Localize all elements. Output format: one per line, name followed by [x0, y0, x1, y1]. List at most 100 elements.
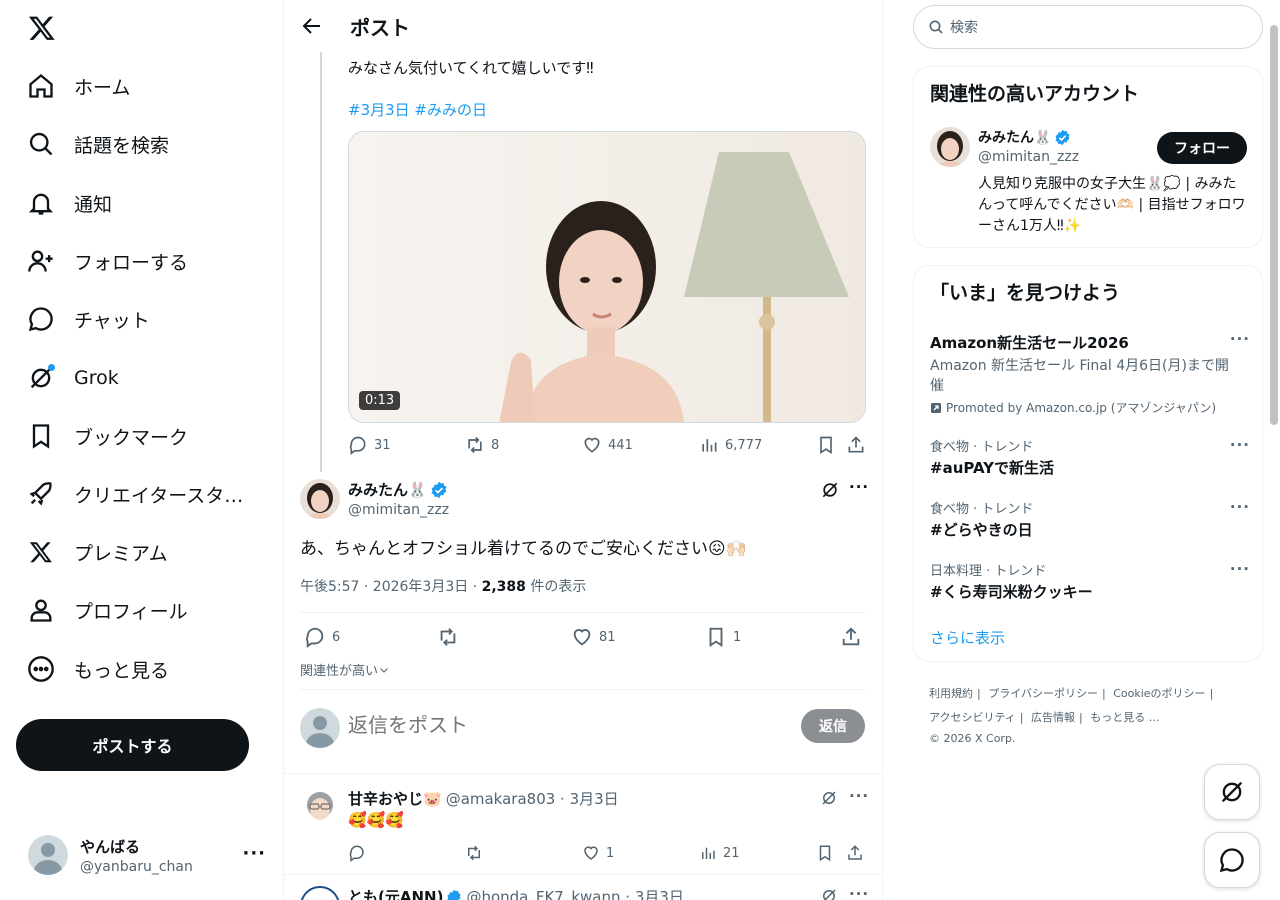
bookmark-button[interactable]: 1 [705, 626, 741, 648]
nav-item-chat[interactable]: チャット [26, 299, 266, 339]
grok-icon[interactable] [820, 789, 838, 807]
footer-link[interactable]: もっと見る … [1090, 711, 1160, 724]
avatar[interactable] [300, 479, 340, 519]
repost-button[interactable]: 8 [465, 435, 499, 455]
search-input[interactable] [950, 19, 1250, 35]
chat-fab-button[interactable] [1204, 832, 1260, 888]
reply-sort-dropdown[interactable]: 関連性が高い [300, 660, 390, 679]
nav-item-notifications[interactable]: 通知 [26, 183, 266, 223]
card-title: 関連性の高いアカウント [930, 83, 1140, 105]
x-logo-icon[interactable] [28, 14, 56, 42]
author-name[interactable]: 甘辛おやじ🐷 [348, 788, 442, 809]
nav-label: 通知 [74, 193, 113, 216]
reply-button[interactable] [348, 844, 372, 862]
repost-button[interactable] [437, 626, 465, 648]
nav-item-creator-studio[interactable]: クリエイタースタ… [26, 474, 266, 514]
nav-item-explore[interactable]: 話題を検索 [26, 124, 266, 164]
reply-submit-button[interactable]: 返信 [801, 709, 865, 743]
nav-item-follow[interactable]: フォローする [26, 241, 266, 281]
trend-item[interactable]: 食べ物 · トレンド #auPAYで新生活 ··· [930, 436, 1250, 478]
share-button[interactable] [840, 626, 868, 648]
avatar[interactable] [930, 127, 970, 167]
nav-label: Grok [74, 367, 119, 389]
nav-item-home[interactable]: ホーム [26, 66, 266, 106]
author-name[interactable]: みみたん🐰 [348, 479, 427, 500]
trend-meta: 食べ物 · トレンド [930, 440, 1034, 455]
more-icon[interactable]: ··· [1230, 560, 1250, 578]
footer-separator: | [1209, 687, 1214, 700]
views-label: 件の表示 [525, 579, 587, 595]
footer-link[interactable]: 利用規約 [929, 687, 973, 700]
post-time[interactable]: 午後5:57 · 2026年3月3日 · [300, 579, 482, 595]
like-button[interactable]: 441 [582, 435, 633, 455]
reply-header: とも(元ANN) @honda_FK7_kwann · 3月3日 [348, 886, 684, 900]
trend-name: Amazon新生活セール2026 [930, 334, 1129, 352]
reply-button[interactable]: 6 [304, 626, 340, 648]
post-detail: ポスト みなさん気付いてくれて嬉しいです‼ #3月3日 #みみの日 0:13 3… [283, 0, 883, 900]
nav-item-bookmarks[interactable]: ブックマーク [26, 416, 266, 456]
more-icon[interactable]: ··· [849, 885, 869, 900]
share-button[interactable] [846, 435, 872, 455]
bookmark-button[interactable] [816, 844, 840, 862]
hashtags-link[interactable]: #3月3日 #みみの日 [348, 99, 487, 120]
footer-link[interactable]: プライバシーポリシー [988, 687, 1098, 700]
grok-icon[interactable] [820, 887, 838, 900]
divider [300, 689, 866, 690]
views-button[interactable]: 21 [699, 844, 740, 862]
nav-item-more[interactable]: もっと見る [26, 649, 266, 689]
views-button[interactable]: 6,777 [699, 435, 762, 455]
trends-card: 「いま」を見つけよう Amazon新生活セール2026 Amazon 新生活セー… [913, 265, 1263, 662]
show-more-link[interactable]: さらに表示 [930, 627, 1005, 648]
more-icon[interactable]: ··· [1230, 498, 1250, 516]
more-icon[interactable]: ··· [849, 787, 869, 805]
bookmark-icon [709, 627, 723, 647]
follow-button[interactable]: フォロー [1157, 132, 1247, 164]
grok-icon[interactable] [820, 480, 840, 500]
promoted-label: Promoted by Amazon.co.jp (アマゾンジャパン) [930, 399, 1250, 416]
like-button[interactable]: 1 [582, 844, 614, 862]
author-meta[interactable]: @honda_FK7_kwann · 3月3日 [466, 886, 683, 900]
reply-input[interactable] [348, 710, 788, 742]
avatar[interactable] [300, 787, 340, 827]
scrollbar[interactable] [1270, 25, 1278, 425]
avatar[interactable] [300, 886, 340, 900]
more-icon[interactable]: ··· [1230, 436, 1250, 454]
nav-item-profile[interactable]: プロフィール [26, 590, 266, 630]
search-icon [929, 20, 943, 34]
author-name[interactable]: とも(元ANN) [348, 886, 443, 900]
account-name[interactable]: みみたん🐰 [978, 127, 1051, 147]
account-handle[interactable]: @mimitan_zzz [978, 149, 1079, 165]
author-handle[interactable]: @mimitan_zzz [348, 502, 449, 518]
bookmark-button[interactable] [816, 435, 842, 455]
chevron-down-icon [380, 667, 388, 673]
trend-item[interactable]: Amazon新生活セール2026 Amazon 新生活セール Final 4月6… [930, 330, 1250, 416]
bookmark-count: 1 [733, 629, 742, 645]
footer-link[interactable]: Cookieのポリシー [1113, 687, 1205, 700]
bookmark-icon [819, 845, 831, 862]
more-icon[interactable]: ··· [849, 478, 869, 496]
more-icon[interactable]: ··· [242, 843, 266, 864]
footer-separator: | [1019, 711, 1024, 724]
grok-fab-button[interactable] [1204, 764, 1260, 820]
trend-item[interactable]: 日本料理 · トレンド #くら寿司米粉クッキー ··· [930, 560, 1250, 602]
share-button[interactable] [846, 844, 870, 862]
search-box[interactable] [913, 5, 1263, 49]
back-arrow-icon[interactable] [300, 14, 324, 38]
rocket-icon [26, 479, 56, 509]
nav-item-premium[interactable]: プレミアム [26, 532, 266, 572]
repost-button[interactable] [465, 844, 489, 862]
video-player[interactable]: 0:13 [348, 131, 866, 423]
nav-item-grok[interactable]: Grok [26, 358, 266, 398]
footer-link[interactable]: 広告情報 [1031, 711, 1075, 724]
trend-item[interactable]: 食べ物 · トレンド #どらやきの日 ··· [930, 498, 1250, 540]
sort-label: 関連性が高い [300, 664, 379, 679]
more-icon[interactable]: ··· [1230, 330, 1250, 348]
footer-link[interactable]: アクセシビリティ [929, 711, 1016, 724]
like-button[interactable]: 81 [571, 626, 616, 648]
reply-button[interactable]: 31 [348, 435, 391, 455]
author-meta[interactable]: @amakara803 · 3月3日 [446, 788, 619, 809]
x-logo-icon [26, 537, 56, 567]
post-button[interactable]: ポストする [16, 719, 249, 771]
like-count: 81 [599, 629, 616, 645]
account-switcher[interactable]: やんばる @yanbaru_chan ··· [28, 830, 268, 880]
